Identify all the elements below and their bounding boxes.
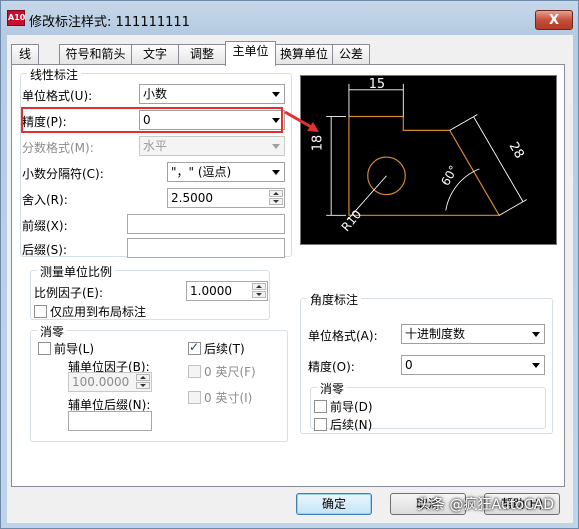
spin-up-icon[interactable] bbox=[252, 283, 266, 290]
trailing-zero-label: 后续(T) bbox=[204, 342, 245, 356]
leading-zero-checkbox[interactable] bbox=[38, 342, 51, 355]
unit-format-label: 单位格式(U): bbox=[22, 89, 93, 103]
preview-dim-radius: R10 bbox=[339, 207, 365, 234]
chevron-down-icon bbox=[272, 170, 280, 175]
tab-lines[interactable]: 线 bbox=[11, 44, 39, 65]
sub-unit-factor-value: 100.0000 bbox=[72, 375, 130, 389]
sub-unit-spinner[interactable] bbox=[136, 374, 150, 390]
chevron-down-icon bbox=[532, 332, 540, 337]
zero-feet-label: 0 英尺(F) bbox=[204, 365, 256, 379]
round-off-label: 舍入(R): bbox=[22, 193, 68, 207]
leading-zero-label: 前导(L) bbox=[54, 342, 95, 356]
angular-precision-value: 0 bbox=[405, 358, 413, 372]
suffix-input[interactable] bbox=[127, 238, 285, 258]
ok-button[interactable]: 确定 bbox=[296, 493, 372, 515]
scale-factor-input[interactable]: 1.0000 bbox=[186, 281, 268, 301]
scale-factor-value: 1.0000 bbox=[190, 284, 232, 298]
angular-leading-label: 前导(D) bbox=[330, 400, 373, 414]
spin-down-icon[interactable] bbox=[252, 291, 266, 298]
tab-symbols-arrows[interactable]: 符号和箭头 bbox=[59, 44, 132, 65]
fraction-format-select[interactable]: 水平 bbox=[139, 136, 285, 156]
decimal-separator-value: "，" (逗点) bbox=[171, 165, 232, 179]
zero-inches-label: 0 英寸(I) bbox=[204, 391, 253, 405]
angular-precision-label: 精度(O): bbox=[308, 360, 355, 374]
spin-up-icon[interactable] bbox=[136, 374, 150, 381]
angular-unit-format-select[interactable]: 十进制度数 bbox=[401, 324, 545, 344]
fraction-format-label: 分数格式(M): bbox=[22, 141, 94, 155]
chevron-down-icon bbox=[532, 363, 540, 368]
angular-unit-format-label: 单位格式(A): bbox=[308, 329, 378, 343]
unit-format-select[interactable]: 小数 bbox=[139, 84, 285, 104]
prefix-input[interactable] bbox=[127, 214, 285, 234]
highlight-box bbox=[21, 107, 283, 133]
dimension-preview: 15 18 28 60° R10 bbox=[300, 75, 557, 245]
chevron-down-icon bbox=[272, 144, 280, 149]
tab-fit[interactable]: 调整 bbox=[178, 44, 226, 65]
round-off-value: 2.5000 bbox=[171, 191, 213, 205]
close-button[interactable]: X bbox=[535, 10, 573, 30]
preview-dim-top: 15 bbox=[369, 77, 385, 92]
layout-only-checkbox[interactable] bbox=[34, 305, 47, 318]
red-arrow-icon bbox=[284, 110, 319, 132]
scale-factor-label: 比例因子(E): bbox=[34, 286, 103, 300]
preview-geometry bbox=[348, 115, 501, 216]
tab-alternate-units[interactable]: 换算单位 bbox=[275, 44, 333, 65]
scale-factor-spinner[interactable] bbox=[252, 283, 266, 299]
spin-up-icon[interactable] bbox=[269, 190, 283, 197]
zero-feet-checkbox[interactable] bbox=[188, 365, 201, 378]
unit-format-value: 小数 bbox=[143, 87, 168, 101]
watermark-text: 头条 @疯狂AutoCAD bbox=[417, 497, 555, 513]
tab-strip: 线 符号和箭头 文字 调整 主单位 换算单位 公差 bbox=[7, 41, 567, 66]
scale-group-label: 测量单位比例 bbox=[37, 263, 116, 280]
layout-only-label: 仅应用到布局标注 bbox=[50, 305, 147, 319]
tab-text[interactable]: 文字 bbox=[131, 44, 179, 65]
trailing-zero-checkbox[interactable] bbox=[188, 340, 201, 355]
spin-down-icon[interactable] bbox=[136, 382, 150, 389]
tab-primary-units[interactable]: 主单位 bbox=[225, 41, 276, 66]
spin-down-icon[interactable] bbox=[269, 198, 283, 205]
decimal-separator-label: 小数分隔符(C): bbox=[22, 167, 104, 181]
sub-unit-suffix-input[interactable] bbox=[68, 411, 152, 431]
angular-trailing-label: 后续(N) bbox=[330, 418, 373, 432]
dialog-window: A10 修改标注样式: 111111111 X 线 符号和箭头 文字 调整 主单… bbox=[0, 0, 579, 529]
preview-dim-right: 28 bbox=[506, 140, 527, 162]
angular-leading-checkbox[interactable] bbox=[314, 400, 327, 413]
linear-group-label: 线性标注 bbox=[27, 66, 82, 83]
chevron-down-icon bbox=[272, 92, 280, 97]
tab-tolerances[interactable]: 公差 bbox=[332, 44, 370, 65]
angular-zero-group-label: 消零 bbox=[317, 380, 348, 397]
prefix-label: 前缀(X): bbox=[22, 219, 68, 233]
round-off-input[interactable]: 2.5000 bbox=[167, 188, 285, 208]
decimal-separator-select[interactable]: "，" (逗点) bbox=[167, 162, 285, 182]
preview-dim-left: 18 bbox=[310, 135, 325, 151]
angular-group-label: 角度标注 bbox=[307, 291, 362, 308]
sub-unit-factor-input[interactable]: 100.0000 bbox=[68, 372, 152, 392]
fraction-format-value: 水平 bbox=[143, 139, 168, 153]
angular-precision-select[interactable]: 0 bbox=[401, 355, 545, 375]
dialog-title: 修改标注样式: 111111111 bbox=[29, 15, 190, 30]
angular-unit-format-value: 十进制度数 bbox=[405, 327, 466, 341]
round-off-spinner[interactable] bbox=[269, 190, 283, 206]
title-bar[interactable]: A10 修改标注样式: 111111111 X bbox=[1, 1, 578, 35]
zero-inches-checkbox[interactable] bbox=[188, 391, 201, 404]
zero-group-label: 消零 bbox=[37, 323, 68, 340]
preview-dimensions bbox=[326, 83, 528, 220]
suffix-label: 后缀(S): bbox=[22, 243, 68, 257]
autocad-app-icon: A10 bbox=[7, 10, 25, 26]
angular-trailing-checkbox[interactable] bbox=[314, 418, 327, 431]
